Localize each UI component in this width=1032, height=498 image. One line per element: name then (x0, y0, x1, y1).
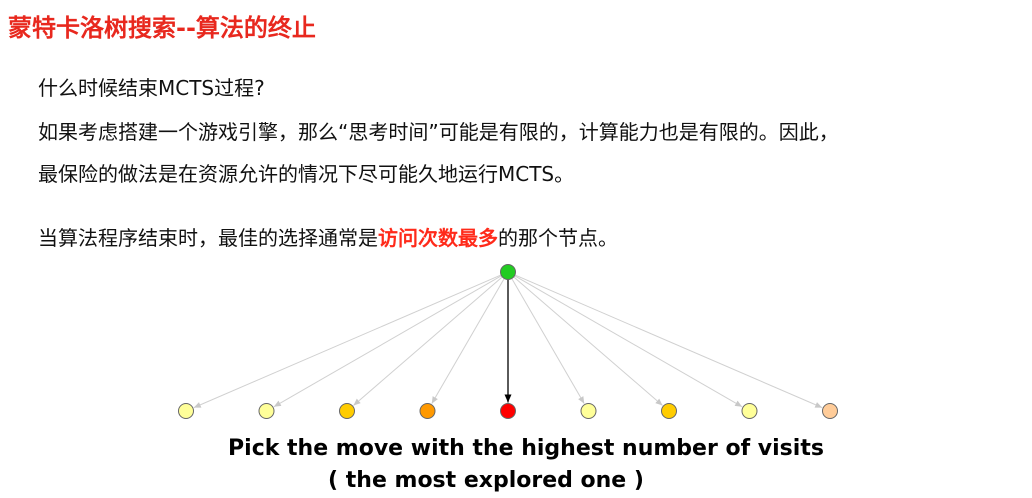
tree-edge (193, 274, 502, 409)
child-node (178, 403, 194, 419)
child-node (580, 403, 597, 419)
child-node (822, 403, 838, 419)
tree-edges (193, 274, 823, 409)
child-node (419, 403, 436, 419)
root-node (500, 264, 516, 280)
tree-edge (353, 276, 503, 406)
child-node (741, 403, 758, 419)
most-visited-child-node (500, 403, 516, 419)
child-node (258, 403, 275, 419)
child-node (339, 403, 355, 419)
tree-edge (513, 276, 663, 406)
tree-edge (511, 278, 585, 404)
tree-edge (431, 278, 505, 404)
tree-edge (514, 274, 823, 409)
tree-diagram (178, 264, 838, 419)
child-node (661, 403, 677, 419)
caption-line-1: Pick the move with the highest number of… (228, 436, 824, 461)
caption-line-2: ( the most explored one ) (328, 468, 644, 493)
